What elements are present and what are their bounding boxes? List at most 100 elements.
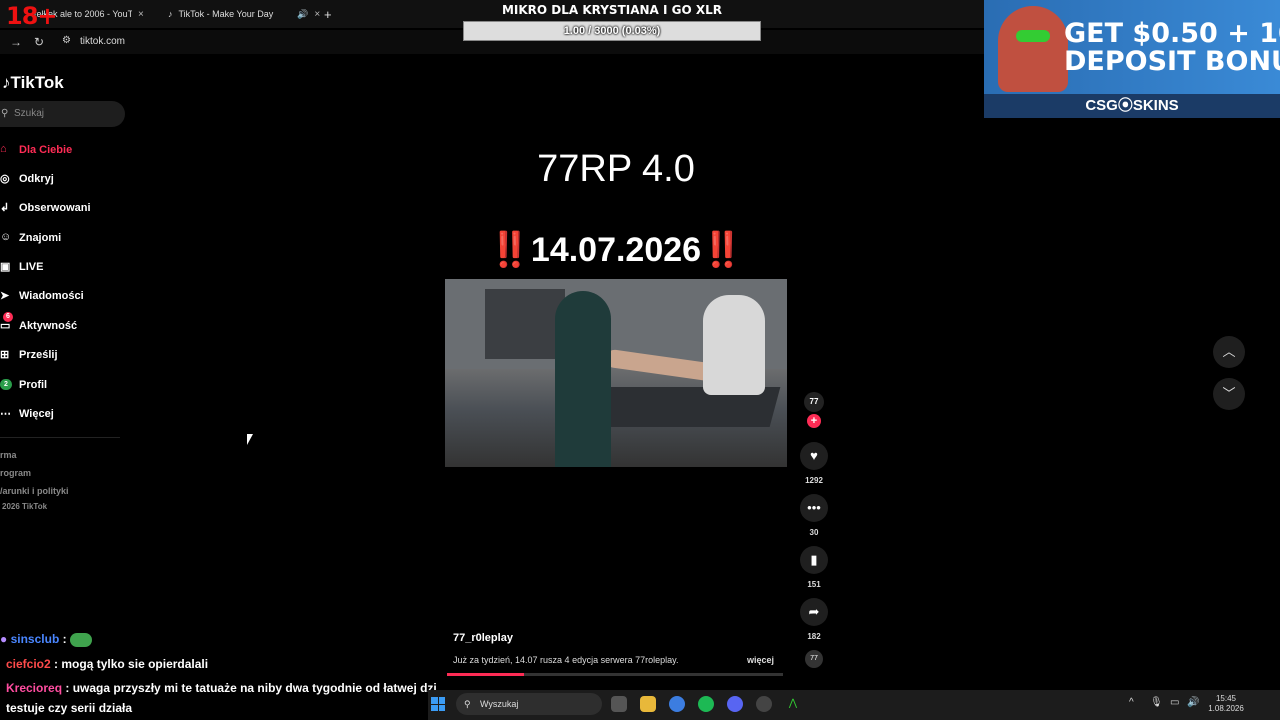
ad-subheadline: DEPOSIT BONU [1064,46,1280,77]
chat-badge-icon: ● [0,632,8,646]
video-progress-fill [447,673,525,676]
save-button[interactable]: ▮ [800,546,828,574]
nvidia-icon[interactable]: ⋀ [785,696,801,712]
previous-video-button[interactable]: ︿ [1213,336,1245,368]
chrome-icon[interactable] [669,696,685,712]
network-icon[interactable]: ▭ [1170,697,1179,708]
footer-link[interactable]: /arunki i polityki [0,486,69,496]
search-icon: ⚲ [464,699,471,709]
chat-username: sinsclub [10,632,60,646]
comment-count: 30 [809,528,819,537]
nav-item-friends[interactable]: ☺ Znajomi [0,228,120,248]
follow-button[interactable]: + [807,414,821,428]
save-count: 151 [807,580,821,589]
taskbar-search[interactable]: ⚲ Wyszukaj [456,693,602,715]
nav-item-following[interactable]: ↲ Obserwowani [0,198,120,218]
chat-message: Kreciorеq : uwaga przyszły mi te tatuaże… [6,681,437,695]
chat-username: ciefcio2 [6,657,51,671]
task-view-icon[interactable] [611,696,627,712]
nav-label: LIVE [19,261,44,273]
nav-item-messages[interactable]: ➤ Wiadomości [0,286,120,306]
obs-icon[interactable] [756,696,772,712]
tray-expand-icon[interactable]: ^ [1129,697,1134,708]
nav-item-live[interactable]: ▣ LIVE [0,257,120,277]
video-date-text: 14.07.2026 [530,231,702,269]
activity-badge: 6 [3,312,13,322]
nav-item-upload[interactable]: ⊞ Prześlij [0,345,120,365]
video-date-overlay: ‼️14.07.2026‼️ [445,230,787,270]
video-progress-bar[interactable] [447,673,783,676]
tab-tiktok[interactable]: ♪ TikTok - Make Your Day 🔊 × [168,4,320,24]
nav-item-for-you[interactable]: ⌂ Dla Ciebie [0,140,120,160]
nav-item-activity[interactable]: ▭ 6 Aktywność [0,312,120,336]
live-icon: ▣ [0,261,11,273]
video-player[interactable] [445,279,787,467]
comment-button[interactable]: ••• [800,494,828,522]
next-video-button[interactable]: ﹀ [1213,378,1245,410]
exclamation-icon: ‼️ [488,231,531,269]
tiktok-tab-icon: ♪ [168,9,173,19]
spotify-icon[interactable] [698,696,714,712]
video-scene-cabinet [485,289,565,359]
home-icon: ⌂ [0,143,7,155]
ad-brand: CSG⦿SKINS [984,94,1280,118]
new-tab-button[interactable]: + [324,4,332,24]
following-icon: ↲ [0,202,10,214]
taskbar-clock[interactable]: 15:45 1.08.2026 [1206,694,1246,714]
video-scene-doctor [703,295,765,395]
author-avatar[interactable]: 77 [804,392,824,412]
microphone-icon[interactable]: 🎙 [1150,697,1163,708]
more-button[interactable]: więcej [747,655,774,665]
tab-youtube-close-icon[interactable]: × [138,9,144,20]
file-explorer-icon[interactable] [640,696,656,712]
footer-link[interactable]: rma [0,450,17,460]
tab-audio-icon[interactable]: 🔊 [297,9,308,20]
like-count: 1292 [805,476,823,485]
like-button[interactable]: ♥ [800,442,828,470]
nav-item-more[interactable]: ⋯ Więcej [0,404,120,424]
messages-icon: ➤ [0,290,10,302]
chat-message: ciefcio2 : mogą tylko sie opierdalali [6,657,209,671]
nav-label: Więcej [19,408,54,420]
nav-item-explore[interactable]: ◎ Odkryj [0,169,120,189]
reload-icon[interactable]: ↻ [34,35,44,49]
search-icon: ⚲ [1,108,9,119]
chat-text: mogą tylko sie opierdalali [61,657,209,671]
clock-time: 15:45 [1215,694,1237,703]
chat-text: testuje czy serii działa [6,701,133,715]
age-badge: 18+ [6,2,58,30]
tiktok-logo[interactable]: ♪TikTok [2,73,64,93]
tab-tiktok-close-icon[interactable]: × [314,9,320,20]
friends-icon: ☺ [0,231,12,243]
share-button[interactable]: ➦ [800,598,828,626]
frog-emote-icon [69,632,92,647]
url-field[interactable]: tiktok.com [80,36,125,47]
site-info-icon[interactable]: ⚙ [62,35,71,46]
nav-label: Odkryj [19,173,54,185]
casino-ad-banner[interactable]: GET $0.50 + 10 DEPOSIT BONU CSG⦿SKINS [984,0,1280,118]
search-input[interactable]: ⚲ Szukaj [0,101,125,127]
profile-icon: 2 [0,379,12,390]
sidebar-divider [0,437,120,438]
chat-message-continuation: testuje czy serii działa [6,701,132,715]
chat-message: ● sinsclub : [0,632,92,647]
music-disc[interactable]: 77 [805,650,823,668]
ad-headline: GET $0.50 + 10 [1064,18,1280,49]
share-icon: ➦ [808,604,820,619]
windows-start-icon[interactable] [431,697,445,711]
mouse-cursor [247,434,253,445]
taskbar-search-label: Wyszukaj [480,699,519,709]
nav-label: Aktywność [19,320,78,332]
tiktok-logo-text: TikTok [10,73,64,92]
video-author[interactable]: 77_r0leplay [453,632,513,644]
goal-title: MIKRO DLA KRYSTIANA I GO XLR [501,3,723,17]
nav-label: Obserwowani [19,202,91,214]
forward-icon[interactable]: → [10,35,22,49]
nav-item-profile[interactable]: 2 Profil [0,375,120,395]
more-icon: ⋯ [0,408,11,420]
bookmark-icon: ▮ [810,552,818,567]
volume-icon[interactable]: 🔊 [1187,697,1199,708]
comment-icon: ••• [807,500,821,515]
discord-icon[interactable] [727,696,743,712]
footer-link[interactable]: rogram [0,468,31,478]
